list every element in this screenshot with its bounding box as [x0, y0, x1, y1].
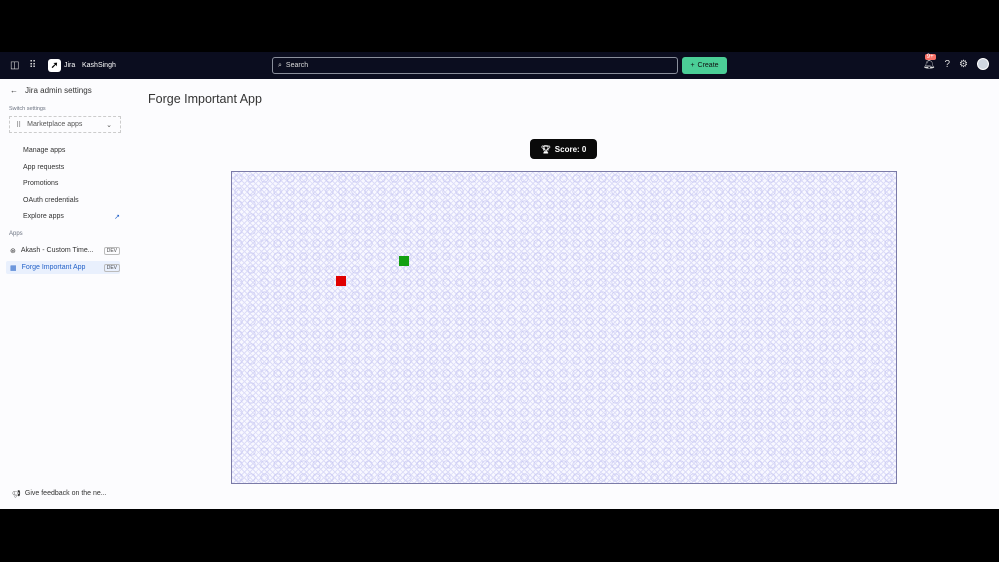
trophy-icon: 🏆︎: [540, 144, 551, 154]
sidebar-app-akash[interactable]: ⊛ Akash - Custom Time... DEV: [6, 244, 120, 257]
settings-gear-icon[interactable]: ⚙: [959, 59, 968, 70]
notification-badge: 9+: [924, 53, 936, 60]
sidebar-app-forge-important[interactable]: ▦ Forge Important App DEV: [6, 261, 120, 274]
select-value: Marketplace apps: [27, 121, 83, 128]
apps-grid-icon: ⠿: [16, 121, 22, 129]
back-to-admin-settings[interactable]: ← Jira admin settings: [10, 86, 92, 95]
snake-head: [336, 276, 346, 286]
page-content: ← Jira admin settings Switch settings ⠿ Ma…: [0, 79, 999, 509]
app-name: Akash - Custom Time...: [20, 247, 94, 254]
game-board[interactable]: [231, 171, 897, 484]
app-icon: ⊛: [10, 247, 16, 255]
app-switcher-icon[interactable]: ⠿: [29, 60, 36, 71]
help-icon[interactable]: ?: [944, 59, 950, 70]
search-placeholder: Search: [285, 62, 309, 69]
chevron-down-icon: ⌄: [106, 121, 112, 129]
switch-settings-label: Switch settings: [9, 106, 46, 112]
jira-logo-icon[interactable]: ➚: [48, 59, 61, 72]
app-icon: ▦: [10, 264, 17, 272]
notifications-icon[interactable]: 🔔︎ 9+: [923, 53, 936, 70]
score-badge: 🏆︎ Score: 0: [530, 139, 597, 159]
explore-apps-label: Explore apps: [23, 213, 64, 220]
avatar[interactable]: [977, 58, 989, 70]
feedback-label: Give feedback on the ne...: [24, 490, 107, 497]
sidebar-item-explore-apps[interactable]: Explore apps ↗: [23, 213, 120, 221]
plus-icon: +: [690, 62, 695, 69]
arrow-left-icon: ←: [10, 86, 18, 95]
sidebar-item-app-requests[interactable]: App requests: [23, 164, 64, 171]
sidebar-item-promotions[interactable]: Promotions: [23, 180, 58, 187]
sidebar-toggle-icon[interactable]: ◫: [10, 60, 19, 71]
search-input[interactable]: ⌕ Search: [272, 57, 678, 74]
back-label: Jira admin settings: [25, 86, 92, 95]
dev-badge: DEV: [103, 246, 120, 255]
sidebar-item-manage-apps[interactable]: Manage apps: [23, 147, 65, 154]
apps-section-label: Apps: [9, 231, 23, 237]
page-title: Forge Important App: [148, 92, 262, 106]
search-icon: ⌕: [278, 61, 282, 69]
food-item: [399, 256, 409, 266]
product-name[interactable]: Jira: [64, 62, 75, 69]
sidebar-item-oauth-credentials[interactable]: OAuth credentials: [23, 197, 79, 204]
dev-badge: DEV: [103, 263, 120, 272]
app-name: Forge Important App: [21, 264, 86, 271]
top-navigation: ◫ ⠿ ➚ Jira KashSingh ⌕ Search + Create 🔔︎ 9…: [0, 52, 999, 79]
site-name[interactable]: KashSingh: [82, 62, 116, 69]
score-label: Score: 0: [554, 144, 587, 154]
feedback-link[interactable]: 📢︎ Give feedback on the ne...: [12, 490, 107, 498]
create-button[interactable]: + Create: [682, 57, 727, 74]
create-label: Create: [697, 62, 719, 69]
megaphone-icon: 📢︎: [12, 491, 21, 498]
sidebar: ← Jira admin settings Switch settings ⠿ Ma…: [0, 79, 128, 509]
settings-select[interactable]: ⠿ Marketplace apps ⌄: [9, 116, 121, 133]
external-link-icon: ↗: [114, 214, 120, 221]
